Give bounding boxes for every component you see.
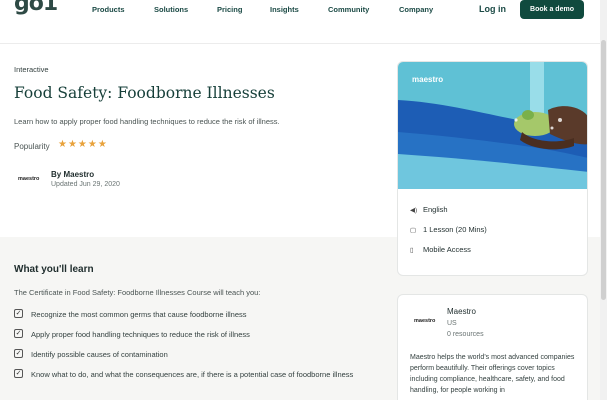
learn-item-text: Identify possible causes of contaminatio… — [31, 350, 168, 359]
page-title: Food Safety: Foodborne Illnesses — [14, 84, 275, 102]
course-thumbnail: maestro — [398, 62, 587, 189]
login-link[interactable]: Log in — [479, 4, 506, 14]
learn-heading: What you'll learn — [14, 264, 94, 275]
check-icon: ✓ — [14, 349, 23, 358]
card-brand: maestro — [412, 75, 444, 84]
document-icon: ▢ — [410, 227, 417, 234]
check-icon: ✓ — [14, 369, 23, 378]
nav-insights[interactable]: Insights — [270, 5, 299, 14]
lessons-value: 1 Lesson (20 Mins) — [423, 225, 487, 234]
course-type-label: Interactive — [14, 65, 49, 74]
provider-resources: 0 resources — [447, 331, 484, 338]
provider-country: US — [447, 320, 457, 327]
nav-community[interactable]: Community — [328, 5, 369, 14]
header-divider — [0, 43, 607, 44]
access-value: Mobile Access — [423, 245, 471, 254]
learn-item-text: Recognize the most common germs that cau… — [31, 310, 247, 319]
provider-name[interactable]: Maestro — [447, 307, 476, 316]
list-item: ✓ Apply proper food handling techniques … — [14, 329, 374, 340]
provider-card-logo: maestro — [414, 318, 436, 324]
list-item: ✓ Recognize the most common germs that c… — [14, 309, 374, 320]
updated-date: Updated Jun 29, 2020 — [51, 181, 120, 188]
nav-solutions[interactable]: Solutions — [154, 5, 188, 14]
provider-card: maestro Maestro US 0 resources Maestro h… — [397, 294, 588, 400]
check-icon: ✓ — [14, 329, 23, 338]
nav-pricing[interactable]: Pricing — [217, 5, 242, 14]
learn-intro: The Certificate in Food Safety: Foodborn… — [14, 288, 261, 297]
mobile-icon: ▯ — [410, 247, 414, 254]
list-item: ✓ Know what to do, and what the conseque… — [14, 369, 374, 380]
access-row: ▯ Mobile Access — [410, 245, 471, 254]
nav-products[interactable]: Products — [92, 5, 125, 14]
language-row: ◀) English — [410, 205, 448, 214]
popularity-label: Popularity — [14, 142, 50, 151]
list-item: ✓ Identify possible causes of contaminat… — [14, 349, 374, 360]
learn-item-text: Apply proper food handling techniques to… — [31, 330, 250, 339]
course-card: maestro ◀) English ▢ 1 Lesson (20 Mins) ▯ M… — [397, 61, 588, 276]
top-nav: go1 Products Solutions Pricing Insights … — [0, 0, 607, 24]
book-demo-button[interactable]: Book a demo — [520, 0, 584, 19]
nav-company[interactable]: Company — [399, 5, 433, 14]
provider-about: Maestro helps the world's most advanced … — [410, 354, 575, 394]
lessons-row: ▢ 1 Lesson (20 Mins) — [410, 225, 487, 234]
language-value: English — [423, 205, 448, 214]
course-description: Learn how to apply proper food handling … — [14, 117, 280, 126]
provider-byline[interactable]: By Maestro — [51, 170, 94, 179]
provider-logo: maestro — [18, 176, 40, 182]
scrollbar-thumb[interactable] — [601, 40, 606, 300]
go1-logo[interactable]: go1 — [14, 0, 58, 16]
star-rating: ★★★★★ — [58, 139, 108, 150]
check-icon: ✓ — [14, 309, 23, 318]
speaker-icon: ◀) — [410, 207, 418, 214]
learn-item-text: Know what to do, and what the consequenc… — [31, 370, 354, 379]
learn-list: ✓ Recognize the most common germs that c… — [14, 309, 374, 380]
